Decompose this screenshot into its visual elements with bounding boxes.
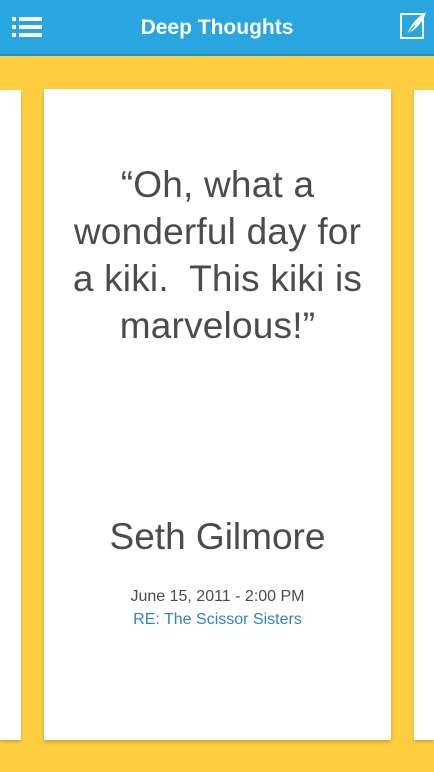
page-title: Deep Thoughts [140,16,294,39]
quote-author: Seth Gilmore [109,516,326,557]
compose-button[interactable] [400,10,428,42]
quote-text: “Oh, what a wonderful day for a kiki. Th… [54,161,381,349]
previous-card-edge[interactable] [0,90,21,740]
next-card-edge[interactable] [414,90,434,740]
quote-card: “Oh, what a wonderful day for a kiki. Th… [44,89,391,740]
quote-date: June 15, 2011 - 2:00 PM [130,588,305,605]
quote-line: “Oh, what a [120,164,315,205]
quote-line: a kiki. This kiki is [72,258,363,299]
app-header: Deep Thoughts [0,0,434,56]
quote-line: wonderful day for [73,211,362,252]
re-topic-link[interactable]: RE: The Scissor Sisters [44,610,391,630]
quote-line: marvelous!” [119,305,316,346]
quill-compose-icon [400,12,426,39]
